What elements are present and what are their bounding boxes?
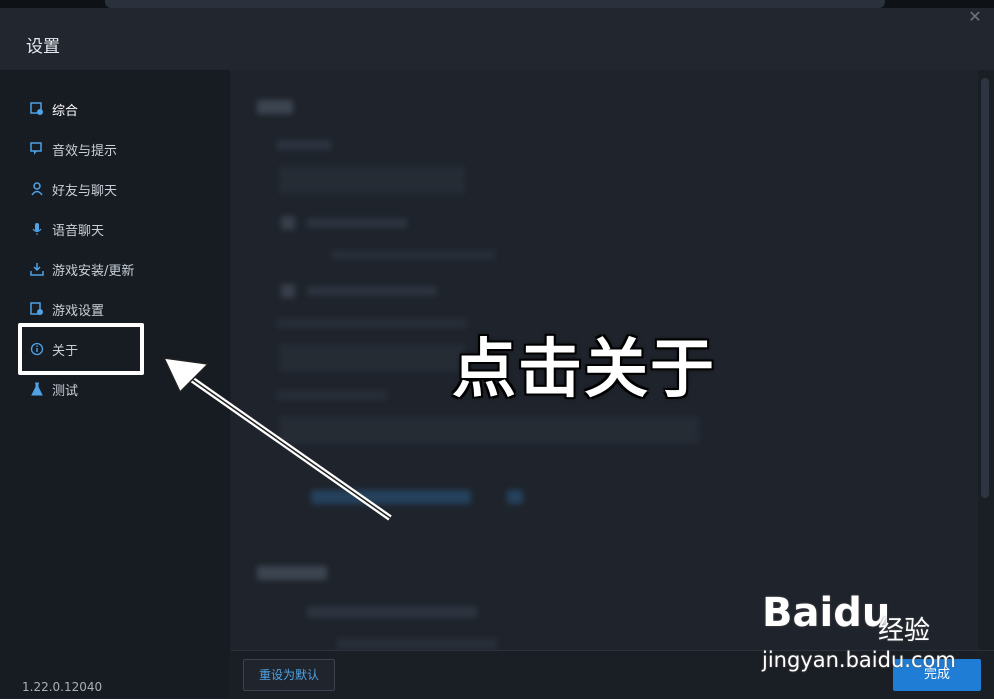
- annotation-text: 点击关于: [452, 333, 716, 407]
- microphone-icon: [30, 222, 44, 236]
- sidebar-item-label: 好友与聊天: [52, 183, 118, 199]
- close-icon[interactable]: ✕: [966, 8, 984, 26]
- watermark-logo: Baidu: [762, 590, 891, 636]
- watermark-brand-text: 经验: [878, 616, 931, 646]
- sidebar-item-label: 测试: [52, 383, 79, 399]
- sidebar-item-label: 音效与提示: [52, 143, 118, 159]
- flask-icon: [30, 382, 44, 396]
- version-label: 1.22.0.12040: [22, 680, 103, 694]
- annotation-arrow-icon: [162, 357, 392, 521]
- content-scrollbar[interactable]: [978, 70, 994, 650]
- sidebar-item-general[interactable]: 综合: [30, 98, 78, 120]
- sidebar-item-friends[interactable]: 好友与聊天: [30, 178, 117, 200]
- dialog-title: 设置: [26, 37, 60, 57]
- sidebar-item-voice[interactable]: 语音聊天: [30, 218, 104, 240]
- watermark: Baidu 经验 jingyan.baidu.com: [762, 590, 982, 690]
- sidebar-item-label: 游戏设置: [52, 303, 105, 319]
- game-settings-icon: [30, 302, 44, 316]
- watermark-url: jingyan.baidu.com: [762, 648, 956, 672]
- sidebar-item-game-settings[interactable]: 游戏设置: [30, 298, 104, 320]
- annotation-highlight-box: [18, 323, 144, 375]
- scrollbar-thumb[interactable]: [981, 78, 989, 498]
- sidebar-item-sound[interactable]: 音效与提示: [30, 138, 117, 160]
- top-tab: [105, 0, 885, 8]
- dialog-header: 设置 ✕: [0, 8, 994, 71]
- sidebar-item-label: 游戏安装/更新: [52, 263, 135, 279]
- sidebar-item-label: 语音聊天: [52, 223, 105, 239]
- sidebar-item-install[interactable]: 游戏安装/更新: [30, 258, 134, 280]
- sidebar-item-test[interactable]: 测试: [30, 378, 78, 400]
- download-icon: [30, 262, 44, 276]
- sidebar-item-label: 综合: [52, 103, 79, 119]
- reset-default-button[interactable]: 重设为默认: [243, 659, 335, 691]
- gear-icon: [30, 102, 44, 116]
- friend-icon: [30, 182, 44, 196]
- speech-bubble-icon: [30, 142, 44, 156]
